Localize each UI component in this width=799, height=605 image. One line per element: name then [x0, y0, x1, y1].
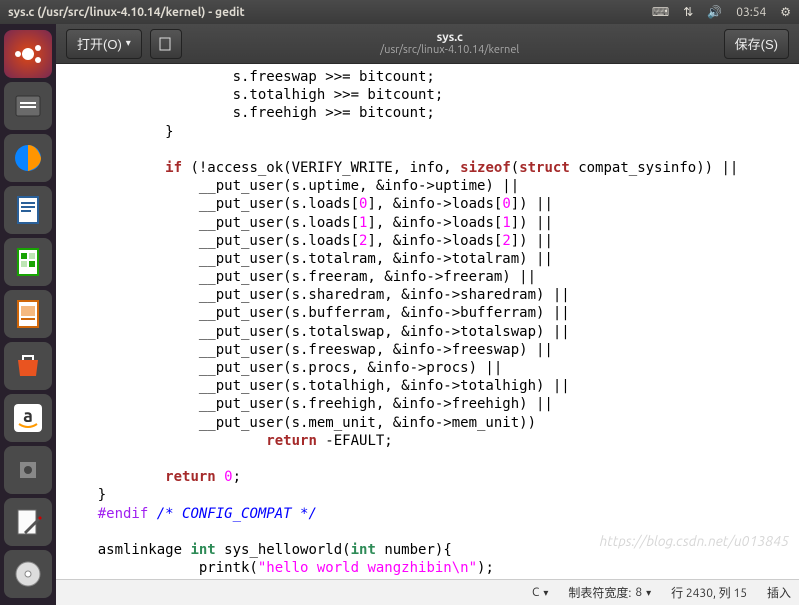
code-editor[interactable]: s.freeswap >>= bitcount; s.totalhigh >>=… — [56, 64, 799, 579]
window-title: sys.c (/usr/src/linux-4.10.14/kernel) - … — [8, 6, 652, 19]
file-path: /usr/src/linux-4.10.14/kernel — [186, 44, 714, 56]
tab-width-selector[interactable]: 制表符宽度: 8 — [568, 584, 651, 601]
unity-launcher: a — [0, 24, 56, 605]
insert-mode[interactable]: 插入 — [767, 584, 791, 601]
language-selector[interactable]: C — [532, 586, 548, 599]
launcher-software[interactable] — [4, 342, 52, 390]
document-tab: sys.c /usr/src/linux-4.10.14/kernel — [186, 31, 714, 56]
launcher-files[interactable] — [4, 82, 52, 130]
statusbar: C 制表符宽度: 8 行 2430, 列 15 插入 — [56, 579, 799, 605]
window-toolbar: 打开(O) sys.c /usr/src/linux-4.10.14/kerne… — [56, 24, 799, 64]
cursor-position: 行 2430, 列 15 — [671, 584, 747, 601]
launcher-amazon[interactable]: a — [4, 394, 52, 442]
launcher-gedit[interactable] — [4, 498, 52, 546]
sound-icon[interactable]: 🔊 — [707, 5, 722, 19]
launcher-dash[interactable] — [4, 30, 52, 78]
new-tab-button[interactable] — [150, 29, 182, 59]
launcher-firefox[interactable] — [4, 134, 52, 182]
launcher-impress[interactable] — [4, 290, 52, 338]
launcher-writer[interactable] — [4, 186, 52, 234]
network-icon[interactable]: ⇅ — [683, 5, 693, 19]
svg-text:a: a — [23, 406, 33, 426]
open-button[interactable]: 打开(O) — [66, 29, 142, 59]
file-name: sys.c — [186, 31, 714, 44]
system-top-panel: sys.c (/usr/src/linux-4.10.14/kernel) - … — [0, 0, 799, 24]
system-indicators: ⌨ ⇅ 🔊 03:54 ⚙ — [652, 5, 791, 19]
save-button[interactable]: 保存(S) — [724, 29, 789, 59]
launcher-disc[interactable] — [4, 550, 52, 598]
settings-icon[interactable]: ⚙ — [780, 5, 791, 19]
watermark: https://blog.csdn.net/u013845 — [600, 533, 790, 549]
clock[interactable]: 03:54 — [736, 6, 766, 19]
code-content[interactable]: s.freeswap >>= bitcount; s.totalhigh >>=… — [56, 64, 799, 579]
gedit-window: 打开(O) sys.c /usr/src/linux-4.10.14/kerne… — [56, 24, 799, 605]
keyboard-icon[interactable]: ⌨ — [652, 5, 669, 19]
launcher-calc[interactable] — [4, 238, 52, 286]
launcher-settings-tool[interactable] — [4, 446, 52, 494]
